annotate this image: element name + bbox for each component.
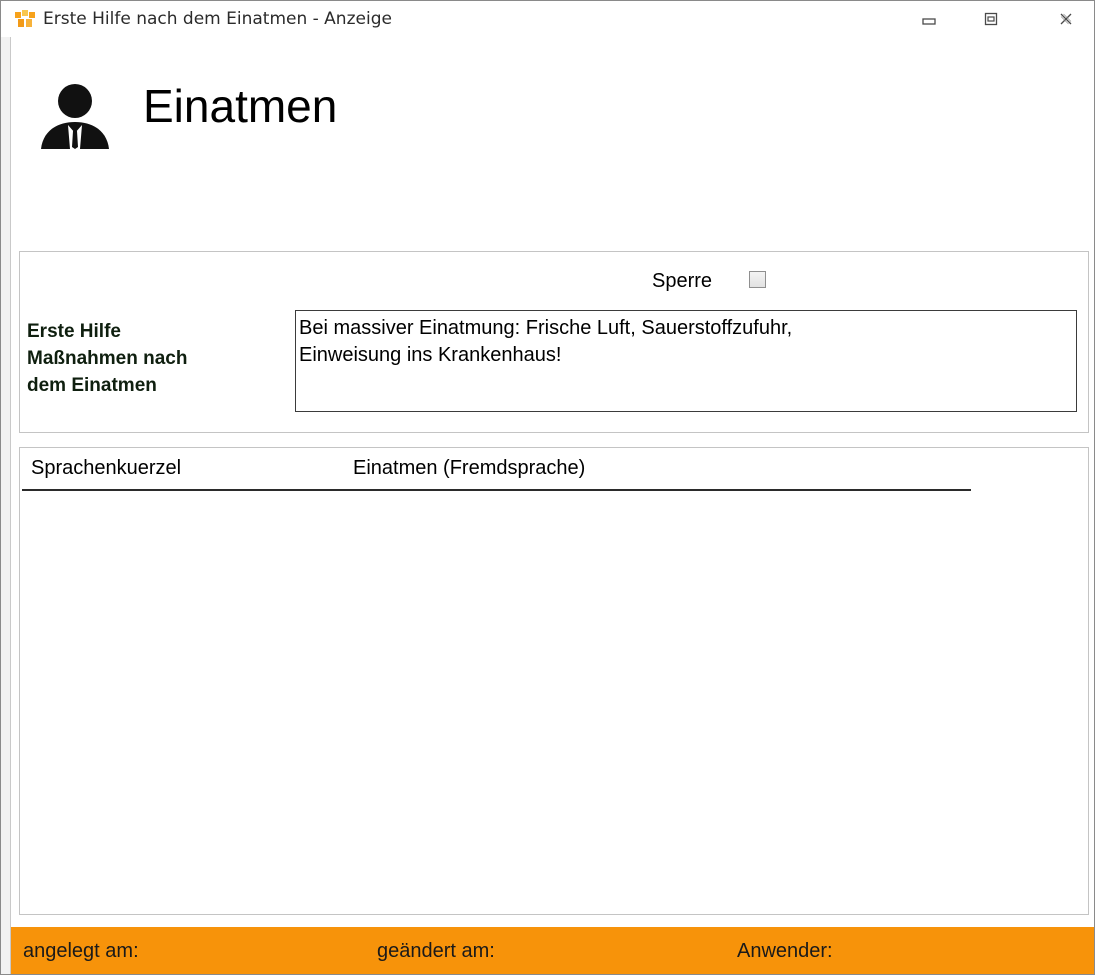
status-created: angelegt am: <box>23 940 139 962</box>
first-aid-textbox[interactable]: Bei massiver Einatmung: Frische Luft, Sa… <box>295 310 1077 412</box>
detail-panel: Sperre Erste Hilfe Maßnahmen nach dem Ei… <box>19 251 1089 433</box>
title-bar[interactable]: Erste Hilfe nach dem Einatmen - Anzeige <box>1 1 1094 37</box>
minimize-button[interactable] <box>914 7 944 31</box>
status-bar: angelegt am: geändert am: Anwender: <box>11 927 1094 974</box>
first-aid-label-line: Maßnahmen nach <box>27 348 188 369</box>
first-aid-label: Erste Hilfe Maßnahmen nach dem Einatmen <box>27 318 257 399</box>
column-header-language-code[interactable]: Sprachenkuerzel <box>31 457 181 480</box>
window-title: Erste Hilfe nach dem Einatmen - Anzeige <box>43 9 392 29</box>
maximize-icon <box>984 12 998 26</box>
status-user: Anwender: <box>737 940 833 962</box>
app-icon <box>15 10 35 27</box>
sperre-checkbox[interactable] <box>749 271 766 288</box>
app-window: Erste Hilfe nach dem Einatmen - Anzeige … <box>0 0 1095 975</box>
page-title: Einatmen <box>143 80 338 132</box>
first-aid-text-line: Bei massiver Einatmung: Frische Luft, Sa… <box>299 317 793 339</box>
first-aid-text-line: Einweisung ins Krankenhaus! <box>299 344 562 366</box>
first-aid-label-line: Erste Hilfe <box>27 321 121 342</box>
minimize-icon <box>922 18 936 25</box>
sperre-label: Sperre <box>652 270 713 292</box>
close-button[interactable] <box>1051 7 1081 31</box>
status-changed: geändert am: <box>377 940 495 962</box>
column-header-foreign-name[interactable]: Einatmen (Fremdsprache) <box>353 457 585 480</box>
maximize-button[interactable] <box>976 7 1006 31</box>
close-icon <box>1060 13 1072 25</box>
list-header: Sprachenkuerzel Einatmen (Fremdsprache) <box>22 448 971 491</box>
window-left-edge <box>1 1 11 974</box>
first-aid-label-line: dem Einatmen <box>27 375 157 396</box>
translation-list[interactable]: Sprachenkuerzel Einatmen (Fremdsprache) <box>19 447 1089 915</box>
person-icon <box>41 84 109 149</box>
